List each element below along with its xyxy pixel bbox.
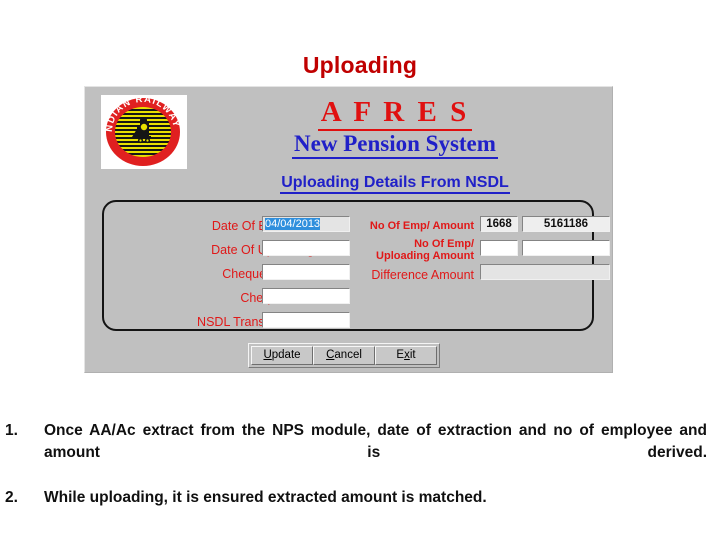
- exit-button[interactable]: Ex it: [375, 346, 437, 365]
- cancel-button-accel: C: [326, 349, 335, 361]
- svg-text:INDIAN RAILWAYS: INDIAN RAILWAYS: [101, 95, 182, 133]
- input-date-of-uploading[interactable]: [262, 240, 350, 256]
- exit-button-label: it: [409, 349, 416, 361]
- input-uploading-amount[interactable]: [522, 240, 610, 256]
- application-window: INDIAN RAILWAYS A F R E S New Pension Sy…: [84, 86, 613, 373]
- update-button-accel: U: [263, 349, 272, 361]
- list-item: 2. While uploading, it is ensured extrac…: [0, 487, 720, 509]
- note-text: While uploading, it is ensured extracted…: [44, 489, 487, 506]
- page-title: Uploading: [302, 52, 418, 78]
- form-group-box: Date Of Extraction Date Of Uploading Che…: [102, 200, 610, 331]
- label-difference-amount: Difference Amount: [371, 268, 474, 282]
- app-title-afres: A F R E S: [195, 96, 595, 131]
- app-title-afres-text: A F R E S: [317, 96, 473, 131]
- input-difference-amount: [480, 264, 610, 280]
- logo-ring-label: INDIAN RAILWAYS: [101, 95, 180, 133]
- input-cheque-number[interactable]: [262, 264, 350, 280]
- app-subtitle-nps-text: New Pension System: [292, 131, 498, 159]
- cancel-button[interactable]: Cancel: [313, 346, 375, 365]
- indian-railways-logo: INDIAN RAILWAYS: [101, 95, 187, 169]
- list-item: 1. Once AA/Ac extract from the NPS modul…: [0, 420, 720, 486]
- label-no-of-emp-uploading-2: Uploading Amount: [376, 250, 474, 262]
- logo-ring-text: INDIAN RAILWAYS: [101, 95, 187, 169]
- update-button[interactable]: Update: [251, 346, 313, 365]
- input-date-of-extraction[interactable]: 04/04/2013: [262, 216, 350, 232]
- input-nsdl-transaction-id[interactable]: [262, 312, 350, 328]
- input-cheque-date[interactable]: [262, 288, 350, 304]
- app-subtitle-nps: New Pension System: [195, 131, 595, 159]
- notes-list: 1. Once AA/Ac extract from the NPS modul…: [0, 420, 720, 510]
- note-number: 1.: [5, 422, 18, 439]
- form-heading-text: Uploading Details From NSDL: [280, 174, 510, 194]
- cancel-button-label: ancel: [334, 349, 362, 361]
- update-button-label: pdate: [271, 349, 301, 361]
- label-no-of-emp-amount: No Of Emp/ Amount: [369, 220, 474, 232]
- exit-button-pre: E: [396, 349, 405, 361]
- label-no-of-emp-uploading-1: No Of Emp/: [414, 238, 474, 250]
- input-date-of-extraction-value: 04/04/2013: [265, 218, 321, 230]
- input-no-of-emp-count: 1668: [480, 216, 518, 232]
- note-number: 2.: [5, 489, 18, 506]
- input-no-of-emp-amount: 5161186: [522, 216, 610, 232]
- button-bar: Update Cancel Ex it: [248, 343, 440, 368]
- input-uploading-emp-count[interactable]: [480, 240, 518, 256]
- form-heading: Uploading Details From NSDL: [195, 174, 595, 194]
- note-text: Once AA/Ac extract from the NPS module, …: [44, 422, 707, 461]
